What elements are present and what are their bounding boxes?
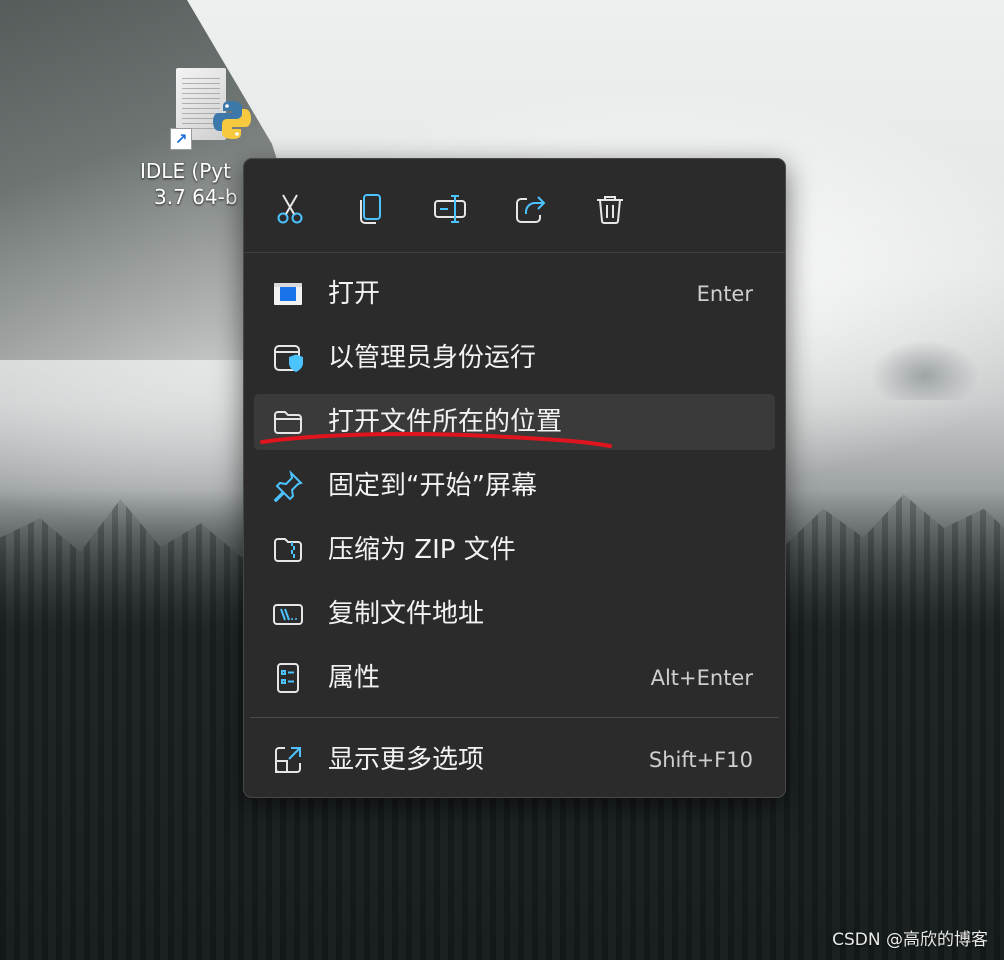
copy-icon <box>360 194 381 224</box>
delete-button[interactable] <box>586 185 634 233</box>
menu-item-label: 压缩为 ZIP 文件 <box>328 535 516 565</box>
share-icon <box>516 196 546 223</box>
shield-window-icon <box>274 345 303 372</box>
rename-icon <box>434 195 466 223</box>
menu-item-label: 属性 <box>328 663 381 693</box>
menu-item-show-more-options[interactable]: 显示更多选项 Shift+F10 <box>254 732 775 788</box>
menu-item-shortcut: Alt+Enter <box>650 666 753 690</box>
menu-item-open[interactable]: 打开 Enter <box>254 266 775 322</box>
rename-button[interactable] <box>426 185 474 233</box>
menu-item-label: 打开文件所在的位置 <box>328 407 563 437</box>
pin-icon <box>273 470 303 502</box>
delete-icon <box>597 196 623 224</box>
menu-item-label: 以管理员身份运行 <box>328 343 537 373</box>
menu-item-run-as-admin[interactable]: 以管理员身份运行 <box>254 330 775 386</box>
menu-item-open-file-location[interactable]: 打开文件所在的位置 <box>254 394 775 450</box>
context-menu: 打开 Enter 以管理员身份运行 打开文件所在的位置 固定到“开始”屏幕 压缩… <box>243 158 786 798</box>
python-logo-icon <box>213 101 251 139</box>
shortcut-arrow-icon: ↗ <box>170 128 192 150</box>
menu-item-label: 复制文件地址 <box>328 599 485 629</box>
menu-item-shortcut: Shift+F10 <box>648 748 753 772</box>
copy-path-icon <box>273 604 303 625</box>
desktop-icon-label-line2: 3.7 64-b <box>154 185 238 209</box>
menu-separator <box>250 717 779 718</box>
menu-item-shortcut: Enter <box>696 282 753 306</box>
open-app-icon <box>274 283 302 305</box>
menu-item-copy-path[interactable]: 复制文件地址 <box>254 586 775 642</box>
cut-button[interactable] <box>266 185 314 233</box>
properties-icon <box>277 663 299 693</box>
menu-item-compress-zip[interactable]: 压缩为 ZIP 文件 <box>254 522 775 578</box>
share-button[interactable] <box>506 185 554 233</box>
menu-item-pin-to-start[interactable]: 固定到“开始”屏幕 <box>254 458 775 514</box>
copy-button[interactable] <box>346 185 394 233</box>
menu-item-label: 固定到“开始”屏幕 <box>328 471 537 501</box>
menu-item-properties[interactable]: 属性 Alt+Enter <box>254 650 775 706</box>
open-external-icon <box>275 747 301 773</box>
desktop-icon-label-line1: IDLE (Pyt <box>140 159 231 183</box>
csdn-watermark: CSDN @高欣的博客 <box>832 930 988 950</box>
background-peak <box>870 340 980 400</box>
zip-folder-icon <box>274 538 302 562</box>
menu-item-label: 显示更多选项 <box>328 745 485 775</box>
folder-icon <box>274 411 302 434</box>
cut-icon <box>277 194 303 224</box>
menu-item-label: 打开 <box>328 279 381 309</box>
context-menu-toolbar <box>244 159 785 253</box>
